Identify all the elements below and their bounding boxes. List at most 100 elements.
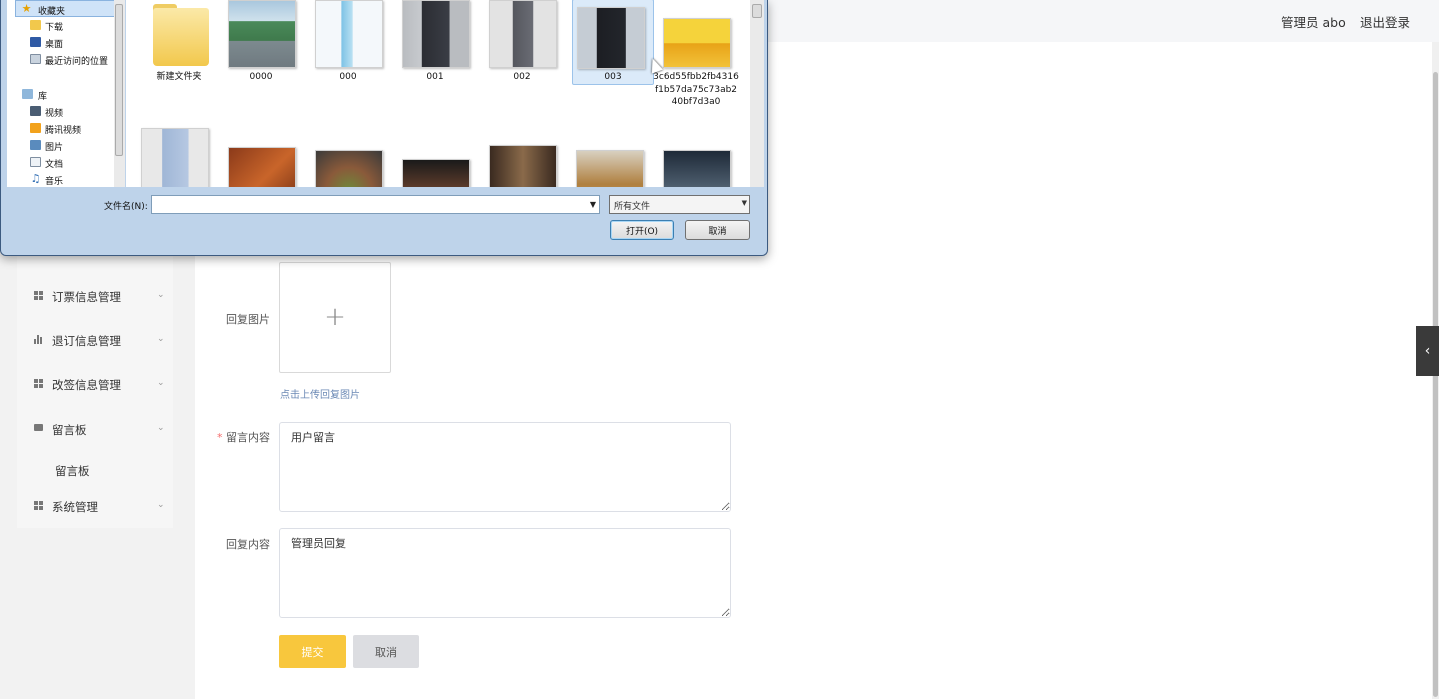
image-thumbnail (228, 0, 296, 68)
nav-item-downloads[interactable]: 下载 (7, 17, 117, 34)
image-thumbnail (489, 0, 557, 68)
nav-item-label: 文档 (45, 160, 64, 170)
sidebar-item-label: 退订信息管理 (52, 334, 121, 348)
nav-item-label: 图片 (45, 143, 64, 153)
dialog-file-list: 新建文件夹 0000 000 001 002 003 3c6d55fbb2fb4… (126, 0, 750, 187)
desktop-icon (30, 37, 41, 47)
grid-icon (34, 291, 43, 300)
nav-item-tencent-video[interactable]: 腾讯视频 (7, 120, 117, 137)
filetype-select[interactable]: 所有文件 ▼ (609, 195, 750, 214)
nav-item-library[interactable]: 库 (7, 86, 117, 103)
nav-item-recent-places[interactable]: 最近访问的位置 (7, 51, 117, 68)
star-icon: ★ (21, 2, 32, 15)
message-board-icon (34, 424, 43, 431)
file-name: 3c6d55fbb2fb4316f1b57da75c73ab240bf7d3a0 (653, 72, 739, 107)
sidebar-item-booking[interactable]: 订票信息管理 ⌄ (17, 277, 173, 317)
nav-item-pictures[interactable]: 图片 (7, 137, 117, 154)
image-thumbnail (663, 150, 731, 187)
file-name: 新建文件夹 (156, 72, 202, 82)
nav-item-label: 最近访问的位置 (45, 57, 109, 67)
admin-user-label: 管理员 abo (1281, 15, 1346, 30)
recent-places-icon (30, 54, 41, 64)
sidebar-subitem-message-board[interactable]: 留言板 (55, 463, 90, 479)
nav-item-label: 音乐 (45, 177, 64, 187)
chevron-down-icon: ⌄ (157, 423, 165, 433)
file-list-scrollbar[interactable] (750, 0, 764, 187)
nav-item-videos[interactable]: 视频 (7, 103, 117, 120)
nav-item-label: 桌面 (45, 40, 64, 50)
chevron-down-icon: ⌄ (157, 290, 165, 300)
required-asterisk: * (217, 431, 226, 444)
cancel-button[interactable]: 取消 (353, 635, 419, 668)
nav-item-label: 库 (38, 92, 48, 102)
message-label-text: 留言内容 (226, 431, 270, 444)
image-thumbnail (576, 150, 644, 187)
folder-icon (149, 4, 213, 68)
dialog-navigation-pane: ★ 收藏夹 下载 桌面 最近访问的位置 库 视频 腾讯视频 图片 文档 ♫ 音乐 (7, 0, 125, 187)
reply-label: 回复内容 (226, 538, 270, 551)
nav-item-label: 腾讯视频 (45, 126, 82, 136)
nav-item-label: 下载 (45, 23, 64, 33)
file-list-scrollbar-thumb[interactable] (752, 4, 762, 18)
sidebar-item-system[interactable]: 系统管理 ⌄ (17, 487, 173, 527)
image-thumbnail (663, 18, 731, 68)
collapse-panel-button[interactable]: ‹ (1416, 326, 1439, 376)
image-thumbnail (577, 7, 645, 69)
grid-icon (34, 379, 43, 388)
sidebar-item-message-board[interactable]: 留言板 ⌄ (17, 410, 173, 450)
file-name: 003 (604, 72, 622, 82)
filename-label: 文件名(N): (104, 202, 148, 212)
sidebar-item-label: 订票信息管理 (52, 290, 121, 304)
documents-icon (30, 157, 41, 167)
sidebar-item-refund[interactable]: 退订信息管理 ⌄ (17, 321, 173, 361)
dropdown-arrow-icon: ▼ (589, 200, 597, 209)
nav-item-favorites[interactable]: ★ 收藏夹 (15, 0, 117, 17)
tencent-video-icon (30, 123, 41, 133)
library-icon (22, 89, 33, 99)
nav-item-desktop[interactable]: 桌面 (7, 34, 117, 51)
file-name: 002 (513, 72, 531, 82)
nav-item-documents[interactable]: 文档 (7, 154, 117, 171)
submit-button[interactable]: 提交 (279, 635, 346, 668)
download-folder-icon (30, 20, 41, 30)
image-thumbnail (141, 128, 209, 187)
file-open-dialog: ★ 收藏夹 下载 桌面 最近访问的位置 库 视频 腾讯视频 图片 文档 ♫ 音乐… (0, 0, 768, 256)
message-textarea[interactable]: 用户留言 (279, 422, 731, 512)
dialog-cancel-button[interactable]: 取消 (685, 220, 750, 240)
dropdown-arrow-icon: ▼ (741, 199, 747, 207)
reply-textarea[interactable]: 管理员回复 (279, 528, 731, 618)
file-name: 000 (339, 72, 357, 82)
video-icon (30, 106, 41, 116)
chevron-down-icon: ⌄ (157, 500, 165, 510)
nav-scrollbar-thumb[interactable] (115, 4, 123, 156)
image-thumbnail (315, 0, 383, 68)
image-thumbnail (315, 150, 383, 187)
filename-input[interactable] (151, 195, 600, 214)
chevron-left-icon: ‹ (1424, 343, 1431, 359)
pictures-icon (30, 140, 41, 150)
dialog-open-button[interactable]: 打开(O) (610, 220, 674, 240)
plus-icon: + (324, 302, 346, 332)
file-item-003[interactable]: 003 (572, 0, 654, 85)
image-upload-box[interactable]: + (279, 262, 391, 373)
upload-tip: 点击上传回复图片 (280, 390, 360, 401)
image-thumbnail (402, 159, 470, 187)
music-icon: ♫ (30, 172, 41, 185)
filetype-value: 所有文件 (614, 202, 651, 212)
image-thumbnail (402, 0, 470, 68)
file-name: 0000 (249, 72, 273, 82)
filename-history-dropdown[interactable]: ▼ (587, 196, 599, 213)
chevron-down-icon: ⌄ (157, 378, 165, 388)
file-name: 001 (426, 72, 444, 82)
page-scrollbar-thumb[interactable] (1433, 72, 1438, 697)
nav-item-music[interactable]: ♫ 音乐 (7, 171, 117, 187)
logout-link[interactable]: 退出登录 (1360, 12, 1410, 31)
image-thumbnail (489, 145, 557, 187)
sidebar-item-label: 改签信息管理 (52, 378, 121, 392)
image-thumbnail (228, 147, 296, 187)
sidebar-item-reschedule[interactable]: 改签信息管理 ⌄ (17, 365, 173, 405)
nav-item-label: 视频 (45, 109, 64, 119)
bar-chart-icon (34, 335, 43, 344)
grid-icon (34, 501, 43, 510)
sidebar-item-label: 系统管理 (52, 500, 98, 514)
